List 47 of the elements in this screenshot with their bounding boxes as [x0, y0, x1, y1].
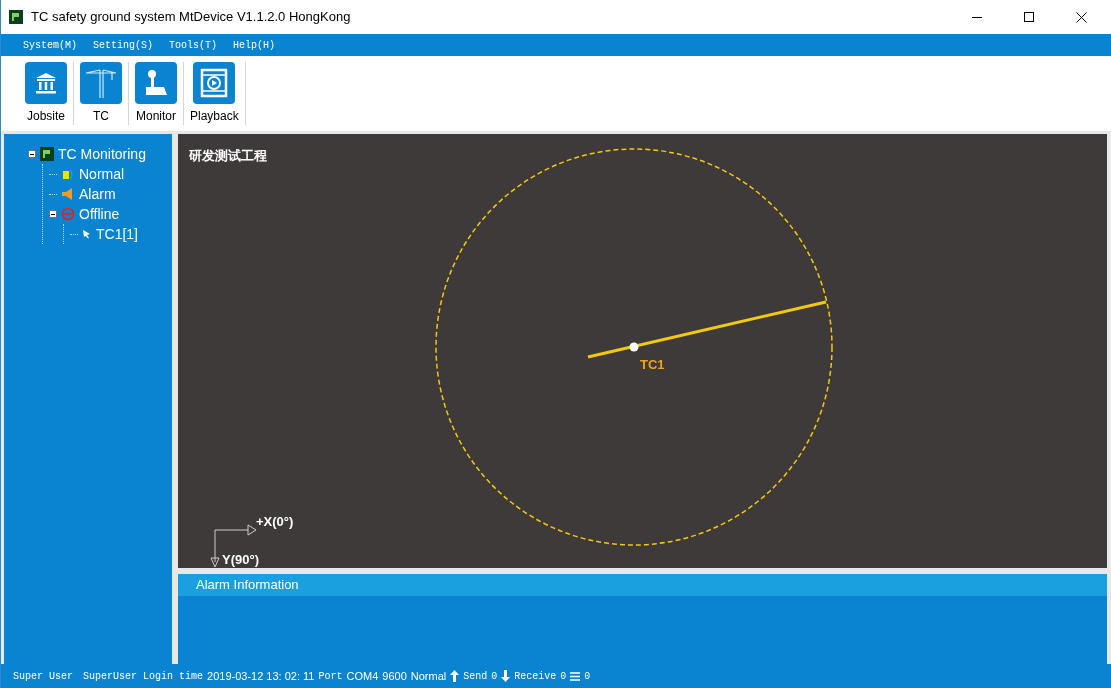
port-label: Port: [318, 669, 343, 684]
send-label: Send: [463, 669, 488, 684]
y-axis-arrow: [210, 557, 220, 568]
horn-icon: [61, 187, 75, 201]
y-axis-label: Y(90°): [222, 552, 259, 567]
crane-label: TC1: [640, 357, 665, 372]
toolbar-button[interactable]: Playback: [184, 62, 246, 125]
port-value: COM4: [346, 668, 379, 684]
close-icon: [1075, 11, 1087, 23]
connection-state: Normal: [410, 668, 447, 684]
crane-center-dot: [629, 342, 639, 352]
login-time: 2019-03-12 13: 02: 11: [207, 668, 315, 684]
user-name: Super User: [13, 669, 73, 684]
cursor-icon: [82, 229, 92, 239]
tree-item[interactable]: Offline: [79, 203, 120, 225]
x-axis-label: +X(0°): [256, 514, 294, 529]
menu-item[interactable]: Tools(T): [169, 37, 218, 53]
queue-count: 0: [584, 669, 591, 684]
down-arrow-icon: [501, 670, 511, 682]
receive-count: 0: [560, 669, 567, 684]
app-logo-icon: [40, 147, 54, 161]
light-icon: [61, 167, 75, 181]
toolbar-button[interactable]: TC: [74, 62, 129, 125]
collapse-toggle[interactable]: [49, 210, 57, 218]
collapse-toggle[interactable]: [28, 150, 36, 158]
tree-item[interactable]: TC Monitoring: [58, 143, 146, 165]
send-count: 0: [491, 669, 498, 684]
menu-item[interactable]: System(M): [23, 37, 77, 53]
tree-item[interactable]: Normal: [79, 163, 125, 185]
login-label: SuperUser Login time: [83, 669, 204, 684]
building-icon: [33, 70, 59, 96]
toolbar-button[interactable]: Monitor: [129, 62, 184, 125]
baud-rate: 9600: [382, 668, 407, 684]
up-arrow-icon: [450, 670, 460, 682]
alarm-panel-title: Alarm Information: [196, 576, 299, 595]
list-icon: [570, 671, 581, 681]
tree-item[interactable]: TC1[1]: [96, 223, 138, 245]
receive-label: Receive: [514, 669, 557, 684]
offline-icon: [61, 207, 75, 221]
toolbar-button[interactable]: Jobsite: [19, 62, 74, 125]
tree-item[interactable]: Alarm: [79, 183, 116, 205]
menu-item[interactable]: Help(H): [233, 37, 276, 53]
window-title: TC safety ground system MtDevice V1.1.2.0 HongKong: [31, 8, 351, 27]
menu-item[interactable]: Setting(S): [93, 37, 154, 53]
film-icon: [199, 68, 230, 98]
app-logo-icon: [9, 10, 23, 24]
project-title: 研发测试工程: [189, 147, 267, 165]
